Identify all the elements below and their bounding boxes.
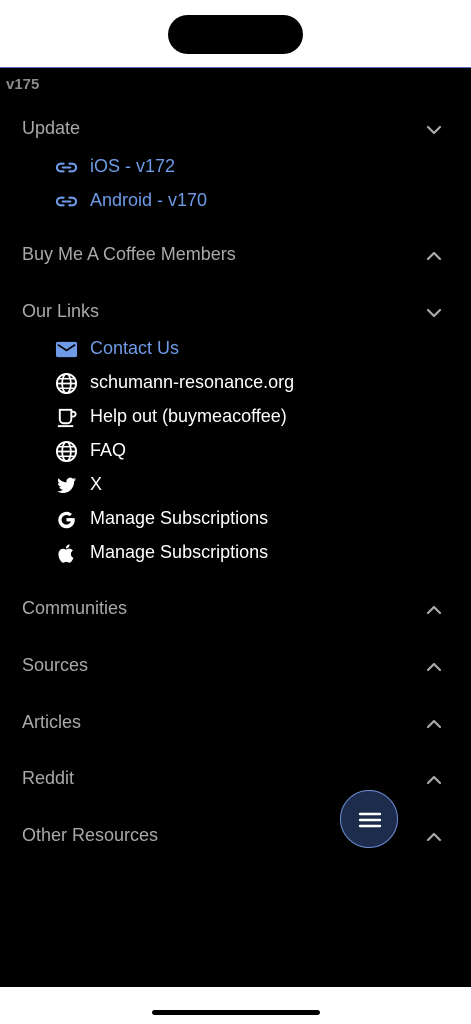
link-item-manage-apple[interactable]: Manage Subscriptions bbox=[55, 540, 435, 566]
twitter-bird-icon bbox=[56, 477, 77, 493]
apple-icon bbox=[58, 544, 74, 563]
section-title-our-links: Our Links bbox=[22, 301, 100, 321]
globe-icon bbox=[55, 372, 78, 395]
coffee-cup-icon bbox=[57, 408, 77, 428]
globe-icon bbox=[55, 440, 78, 463]
link-item-website[interactable]: schumann-resonance.org bbox=[55, 370, 435, 396]
section-title-members: Buy Me A Coffee Members bbox=[22, 244, 236, 264]
bottom-safe-area bbox=[0, 987, 471, 1024]
link-label: Help out (buymeacoffee) bbox=[90, 406, 287, 426]
section-title-communities: Communities bbox=[22, 598, 128, 618]
chevron-up-icon[interactable] bbox=[424, 246, 444, 266]
chevron-down-icon[interactable] bbox=[424, 303, 444, 323]
link-label: Android - v170 bbox=[90, 190, 208, 210]
link-item-faq[interactable]: FAQ bbox=[55, 438, 435, 464]
menu-fab-button[interactable] bbox=[340, 790, 398, 848]
status-bar bbox=[0, 0, 471, 67]
link-item-android[interactable]: Android - v170 bbox=[55, 188, 435, 214]
link-item-contact[interactable]: Contact Us bbox=[55, 336, 435, 362]
link-icon bbox=[55, 196, 78, 207]
link-label: iOS - v172 bbox=[90, 156, 176, 176]
link-label: Manage Subscriptions bbox=[90, 508, 269, 528]
google-icon bbox=[58, 511, 75, 529]
chevron-down-icon[interactable] bbox=[424, 120, 444, 140]
dynamic-island bbox=[168, 15, 303, 54]
link-label: X bbox=[90, 474, 103, 494]
section-title-update: Update bbox=[22, 118, 81, 138]
chevron-up-icon[interactable] bbox=[424, 657, 444, 677]
mail-icon bbox=[55, 341, 78, 358]
menu-icon bbox=[358, 812, 382, 828]
link-item-ios[interactable]: iOS - v172 bbox=[55, 154, 435, 180]
link-label: Contact Us bbox=[90, 338, 180, 358]
section-title-other-resources: Other Resources bbox=[22, 825, 159, 845]
link-label: FAQ bbox=[90, 440, 127, 460]
section-title-reddit: Reddit bbox=[22, 768, 75, 788]
link-item-manage-google[interactable]: Manage Subscriptions bbox=[55, 506, 435, 532]
link-item-x[interactable]: X bbox=[55, 472, 435, 498]
home-indicator[interactable] bbox=[152, 1010, 320, 1015]
link-icon bbox=[55, 162, 78, 173]
section-title-sources: Sources bbox=[22, 655, 89, 675]
link-item-help-out[interactable]: Help out (buymeacoffee) bbox=[55, 404, 435, 430]
app-content: v175 Update iOS - v172 Android - v170 Bu… bbox=[0, 67, 471, 987]
chevron-up-icon[interactable] bbox=[424, 714, 444, 734]
version-label: v175 bbox=[6, 76, 40, 93]
chevron-up-icon[interactable] bbox=[424, 770, 444, 790]
link-label: Manage Subscriptions bbox=[90, 542, 269, 562]
link-label: schumann-resonance.org bbox=[90, 372, 295, 392]
chevron-up-icon[interactable] bbox=[424, 827, 444, 847]
chevron-up-icon[interactable] bbox=[424, 600, 444, 620]
section-title-articles: Articles bbox=[22, 712, 82, 732]
